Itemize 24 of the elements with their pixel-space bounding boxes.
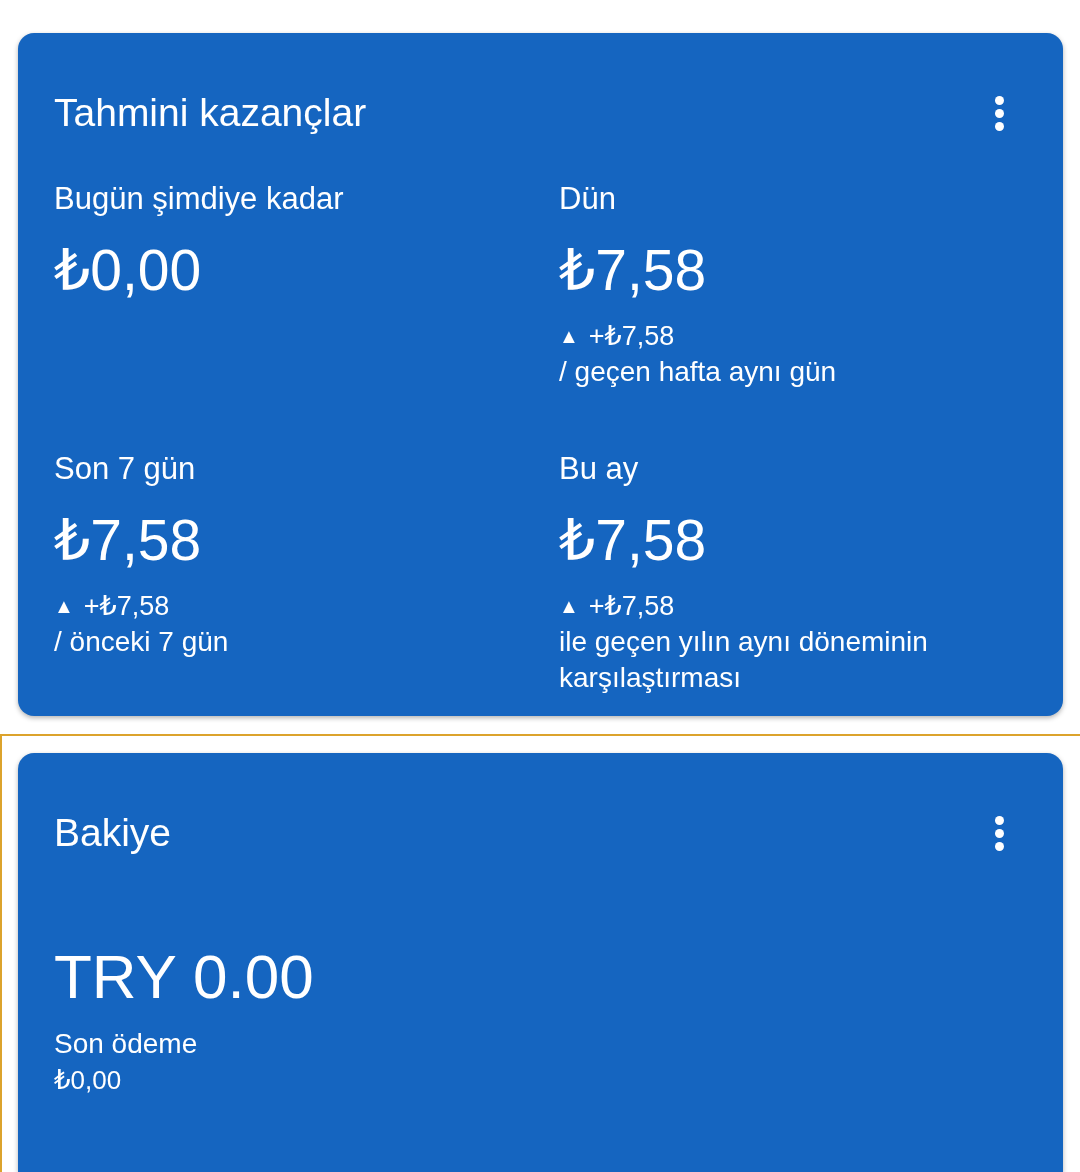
- more-vertical-icon: [995, 95, 1004, 131]
- up-triangle-icon: ▲: [54, 588, 74, 624]
- comparison-text: / geçen hafta aynı gün: [559, 355, 837, 389]
- metric-amount: ₺0,00: [54, 237, 202, 304]
- up-triangle-icon: ▲: [559, 318, 579, 354]
- metric-amount: ₺7,58: [559, 507, 707, 574]
- balance-amount: TRY 0.00: [54, 941, 314, 1013]
- card-title: Tahmini kazançlar: [54, 90, 367, 136]
- up-triangle-icon: ▲: [559, 588, 579, 624]
- card-title: Bakiye: [54, 810, 172, 856]
- change-value: +₺7,58: [588, 320, 675, 353]
- metric-label: Bugün şimdiye kadar: [54, 181, 344, 217]
- last-payment-label: Son ödeme: [54, 1027, 198, 1061]
- comparison-text: / önceki 7 gün: [54, 625, 229, 659]
- comparison-text: ile geçen yılın aynı döneminin karşılaştırması: [559, 625, 929, 695]
- metric-label: Son 7 gün: [54, 451, 196, 487]
- metric-amount: ₺7,58: [54, 507, 202, 574]
- metric-label: Dün: [559, 181, 616, 217]
- last-payment-value: ₺0,00: [54, 1064, 122, 1097]
- more-vertical-icon: [995, 815, 1004, 851]
- change-value: +₺7,58: [588, 590, 675, 623]
- metric-label: Bu ay: [559, 451, 639, 487]
- change-value: +₺7,58: [83, 590, 170, 623]
- metric-amount: ₺7,58: [559, 237, 707, 304]
